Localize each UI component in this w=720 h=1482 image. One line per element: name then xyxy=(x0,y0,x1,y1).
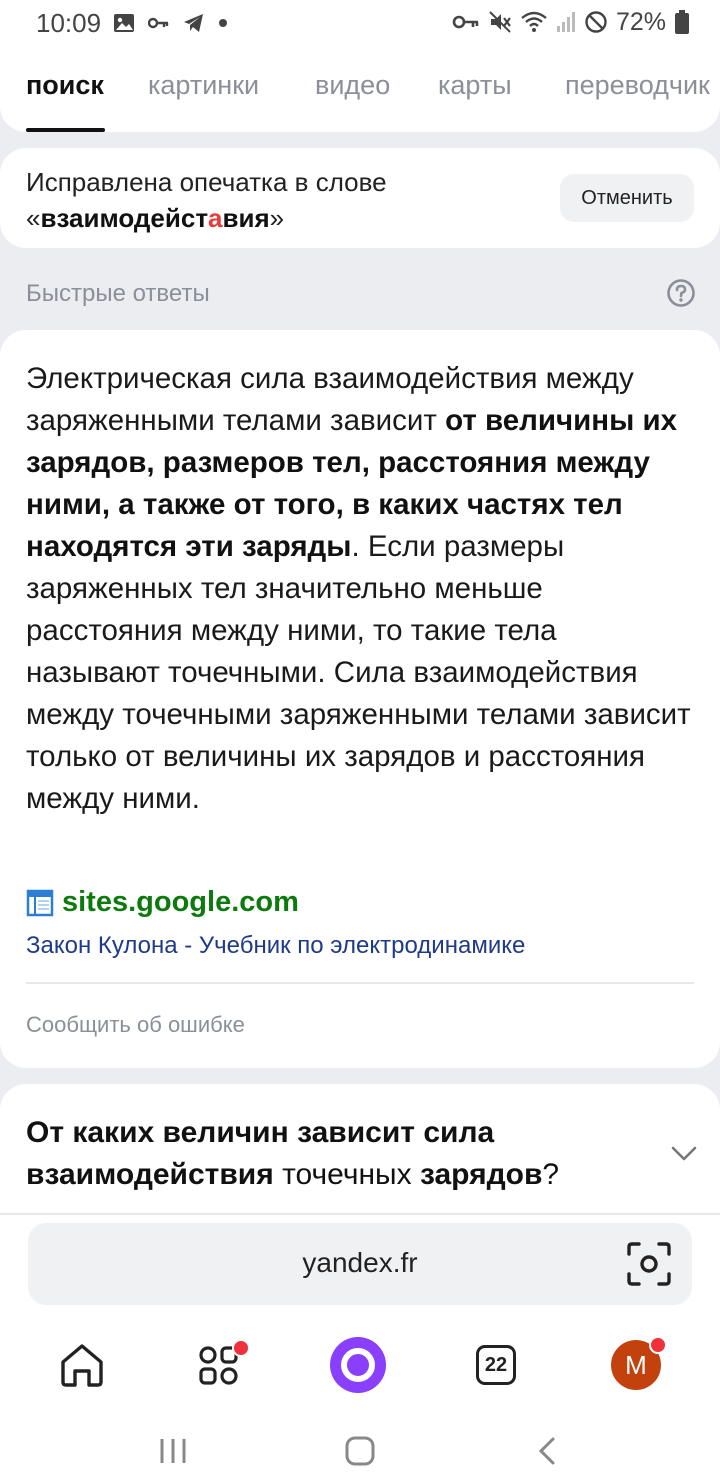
blocked-icon xyxy=(585,11,607,33)
notification-dot xyxy=(649,1336,667,1354)
home-nav-icon[interactable] xyxy=(344,1435,376,1467)
corrected-word[interactable]: «взаимодейставия» xyxy=(26,200,387,236)
system-navigation xyxy=(0,1419,720,1479)
mute-icon xyxy=(489,11,511,33)
divider xyxy=(26,982,694,984)
chevron-down-icon[interactable] xyxy=(670,1144,698,1164)
tab-images[interactable]: картинки xyxy=(148,70,259,101)
tab-maps[interactable]: карты xyxy=(438,70,512,101)
home-button[interactable] xyxy=(52,1335,112,1395)
source-title-link[interactable]: Закон Кулона - Учебник по электродинамик… xyxy=(26,932,525,960)
alice-button[interactable] xyxy=(328,1335,388,1395)
camera-search-icon[interactable] xyxy=(626,1241,672,1287)
tab-search[interactable]: поиск xyxy=(26,70,104,101)
dot-icon xyxy=(219,19,227,27)
image-icon xyxy=(114,14,134,32)
browser-bottom-bar: yandex.fr 22 M xyxy=(0,1213,720,1482)
status-time: 10:09 xyxy=(36,8,102,38)
quick-answers-header: Быстрые ответы xyxy=(26,280,210,307)
profile-button[interactable]: M xyxy=(606,1335,667,1395)
avatar: M xyxy=(611,1336,667,1390)
key-icon xyxy=(148,17,169,29)
status-system-icons: 72% xyxy=(452,8,690,36)
notification-dot xyxy=(232,1339,250,1357)
address-bar[interactable]: yandex.fr xyxy=(28,1223,692,1305)
tab-translator[interactable]: переводчик xyxy=(565,70,710,101)
signal-icon xyxy=(556,12,575,32)
search-tabs: поиск картинки видео карты переводчик xyxy=(0,44,720,132)
typo-line: Исправлена опечатка в слове xyxy=(26,167,387,197)
source-domain[interactable]: sites.google.com xyxy=(62,886,299,919)
related-question-text: От каких величин зависит сила взаимодейс… xyxy=(26,1116,560,1191)
typo-highlight: а xyxy=(208,203,223,233)
tab-count: 22 xyxy=(476,1345,516,1385)
tabs-button[interactable]: 22 xyxy=(466,1335,526,1395)
services-button[interactable] xyxy=(190,1335,250,1395)
vpn-key-icon xyxy=(452,15,479,29)
battery-percent: 72% xyxy=(615,7,666,36)
typo-correction-card: Исправлена опечатка в слове «взаимодейст… xyxy=(0,148,720,248)
browser-nav: 22 M xyxy=(0,1325,720,1409)
typo-message: Исправлена опечатка в слове «взаимодейст… xyxy=(26,164,387,236)
tab-video[interactable]: видео xyxy=(315,70,390,101)
report-error-link[interactable]: Сообщить об ошибке xyxy=(26,1012,245,1038)
url-text: yandex.fr xyxy=(302,1247,418,1278)
help-icon[interactable] xyxy=(666,278,696,308)
answer-text: Электрическая сила взаимодействия между … xyxy=(26,362,691,815)
source-link[interactable]: sites.google.com xyxy=(26,886,299,919)
status-bar: 10:09 72% xyxy=(0,0,720,44)
related-question[interactable]: От каких величин зависит сила взаимодейс… xyxy=(0,1084,720,1216)
active-tab-indicator xyxy=(26,128,105,132)
status-notifications xyxy=(112,10,228,36)
wifi-icon xyxy=(521,11,547,32)
cancel-correction-button[interactable]: Отменить xyxy=(560,174,694,222)
home-icon xyxy=(61,1344,103,1387)
back-icon[interactable] xyxy=(536,1435,558,1467)
site-favicon-icon xyxy=(26,889,54,916)
alice-icon xyxy=(330,1337,386,1393)
telegram-icon xyxy=(184,14,203,32)
recent-apps-icon[interactable] xyxy=(158,1437,188,1465)
battery-icon xyxy=(675,10,689,34)
avatar-letter: M xyxy=(625,1349,647,1380)
quick-answer-card: Электрическая сила взаимодействия между … xyxy=(0,330,720,1068)
